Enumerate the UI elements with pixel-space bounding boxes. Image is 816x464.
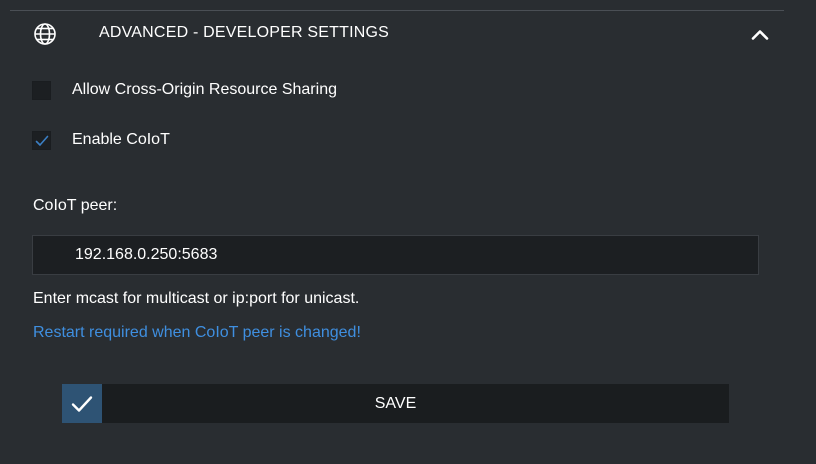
section-title: ADVANCED - DEVELOPER SETTINGS [99,24,390,41]
cors-checkbox[interactable] [32,80,51,100]
developer-settings-page: ADVANCED - DEVELOPER SETTINGS Allow Cros… [0,0,816,464]
coiot-checkbox[interactable] [32,130,51,150]
restart-warning: Restart required when CoIoT peer is chan… [33,324,361,341]
coiot-label: Enable CoIoT [72,131,170,148]
coiot-option[interactable]: Enable CoIoT [32,129,170,151]
coiot-peer-hint: Enter mcast for multicast or ip:port for… [33,290,360,307]
save-label: SAVE [374,394,417,412]
globe-icon [34,23,56,45]
chevron-up-icon[interactable] [748,23,772,47]
coiot-peer-label: CoIoT peer: [33,197,118,214]
coiot-peer-input[interactable] [32,235,759,275]
section-header[interactable]: ADVANCED - DEVELOPER SETTINGS [10,11,784,55]
check-icon [71,395,93,412]
cors-label: Allow Cross-Origin Resource Sharing [72,81,337,98]
save-button[interactable]: SAVE [62,384,729,423]
cors-option[interactable]: Allow Cross-Origin Resource Sharing [32,79,337,101]
check-icon [35,135,49,146]
save-icon-box [62,384,102,423]
